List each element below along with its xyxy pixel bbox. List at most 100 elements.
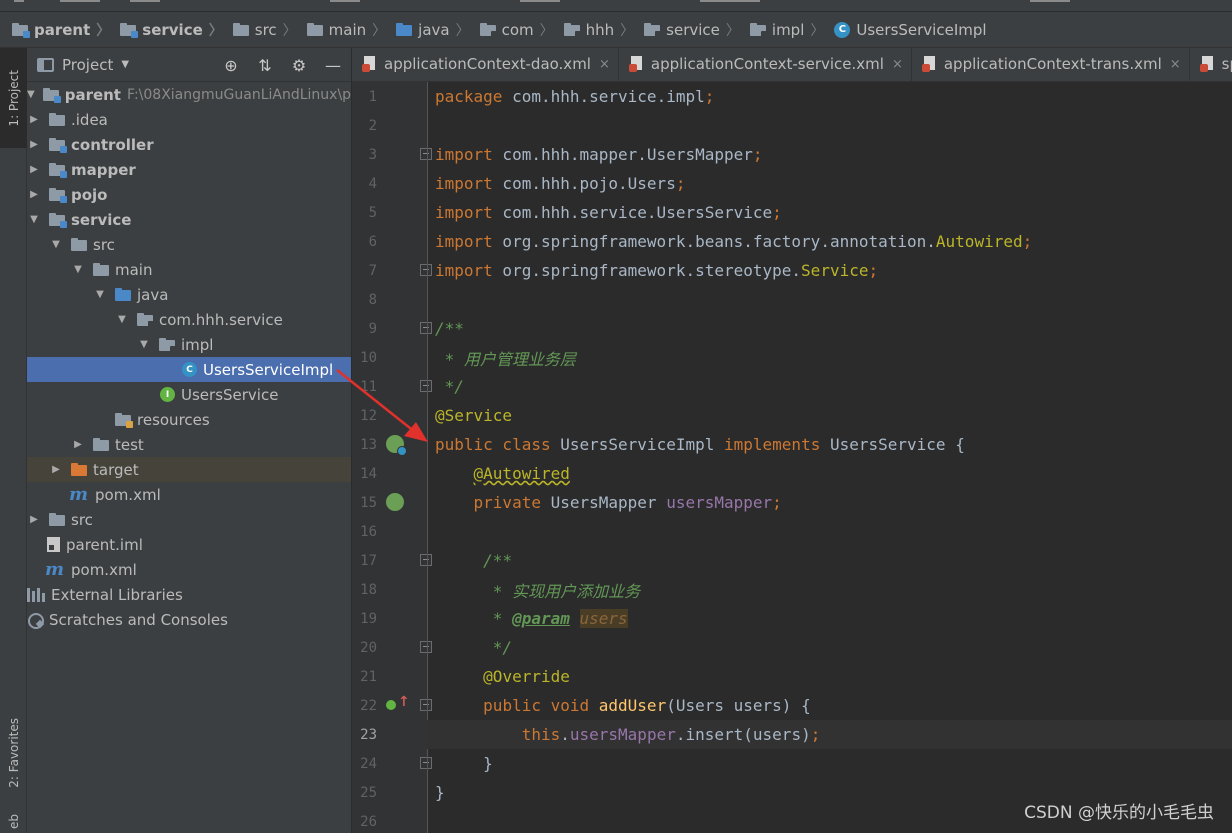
code-area[interactable]: package com.hhh.service.impl; import com.… <box>427 82 1232 833</box>
line-number: 10 <box>360 349 377 366</box>
up-arrow-icon[interactable]: ↑ <box>398 694 416 712</box>
breadcrumb-item-src[interactable]: src 〉 <box>232 20 303 40</box>
tree-item-root-src[interactable]: ▶ src <box>27 507 351 532</box>
tree-item-impl[interactable]: ▼ impl <box>27 332 351 357</box>
code-text: @Autowired <box>435 459 570 488</box>
tree-item-external-libraries[interactable]: External Libraries <box>27 582 351 607</box>
code-line[interactable]: this. usersMapper .insert(users); <box>427 720 1232 749</box>
tree-item-resources[interactable]: resources <box>27 407 351 432</box>
code-line[interactable]: @Override <box>427 662 1232 691</box>
gear-icon[interactable]: ⚙ <box>289 55 309 75</box>
project-view-selector[interactable]: Project <box>62 56 113 74</box>
expanded-arrow-icon[interactable]: ▼ <box>115 314 129 325</box>
breadcrumb-item-parent[interactable]: parent 〉 <box>12 20 116 40</box>
tab-applicationcontext-trans[interactable]: applicationContext-trans.xml × <box>912 48 1190 81</box>
collapse-all-icon[interactable]: ⇅ <box>255 55 275 75</box>
code-line[interactable]: public class UsersServiceImpl implements… <box>427 430 1232 459</box>
collapsed-arrow-icon[interactable]: ▶ <box>27 189 41 200</box>
breadcrumb-item-java[interactable]: java 〉 <box>396 20 475 40</box>
close-icon[interactable]: × <box>1170 57 1181 72</box>
tab-spring-truncated[interactable]: sprin <box>1190 48 1232 81</box>
breadcrumb-item-main[interactable]: main 〉 <box>306 20 392 40</box>
folder-icon <box>49 513 65 526</box>
expanded-arrow-icon[interactable]: ▼ <box>27 214 41 225</box>
editor-gutter[interactable]: 1 2 3 4 5 6 7 8 9 10 11 12 13 14 15 16 17 18 19 20 21 22 23 24 2… <box>352 82 432 833</box>
close-icon[interactable]: × <box>892 57 903 72</box>
minimize-icon[interactable]: — <box>323 55 343 75</box>
tree-item-root-pom[interactable]: m pom.xml <box>27 557 351 582</box>
collapsed-arrow-icon[interactable]: ▶ <box>27 139 41 150</box>
breadcrumb-item-impl[interactable]: impl 〉 <box>749 20 830 40</box>
collapsed-arrow-icon[interactable]: ▶ <box>49 464 63 475</box>
favorites-tool-tab[interactable]: 2: Favorites <box>0 698 27 808</box>
tab-applicationcontext-service[interactable]: applicationContext-service.xml × <box>619 48 912 81</box>
tree-item-usersservice[interactable]: I UsersService <box>27 382 351 407</box>
collapsed-arrow-icon[interactable]: ▶ <box>27 514 41 525</box>
expanded-arrow-icon[interactable]: ▼ <box>137 339 151 350</box>
tree-item-test[interactable]: ▶ test <box>27 432 351 457</box>
code-line[interactable]: /** <box>427 314 1232 343</box>
code-line[interactable]: */ <box>427 633 1232 662</box>
code-line[interactable] <box>427 111 1232 140</box>
tree-item-main[interactable]: ▼ main <box>27 257 351 282</box>
expanded-arrow-icon[interactable]: ▼ <box>49 239 63 250</box>
code-token: ; <box>868 261 879 280</box>
code-token: com.hhh.mapper.UsersMapper <box>492 145 753 164</box>
line-number: 17 <box>360 552 377 569</box>
close-icon[interactable]: × <box>599 57 610 72</box>
code-line[interactable]: @Service <box>427 401 1232 430</box>
tree-item-controller[interactable]: ▶ controller <box>27 132 351 157</box>
expanded-arrow-icon[interactable]: ▼ <box>27 89 35 100</box>
tree-item-pojo[interactable]: ▶ pojo <box>27 182 351 207</box>
code-line[interactable]: import com.hhh.pojo.Users; <box>427 169 1232 198</box>
code-line[interactable]: /** <box>427 546 1232 575</box>
tree-item-service-pom[interactable]: m pom.xml <box>27 482 351 507</box>
breadcrumb-item-service[interactable]: service 〉 <box>120 20 228 40</box>
autowired-bean-icon[interactable] <box>386 493 404 511</box>
code-line[interactable]: * 实现用户添加业务 <box>427 575 1232 604</box>
expanded-arrow-icon[interactable]: ▼ <box>93 289 107 300</box>
code-line[interactable]: @Autowired <box>427 459 1232 488</box>
package-icon <box>644 23 663 38</box>
tree-item-parent[interactable]: ▼ parent F:\08XiangmuGuanLiAndLinux\par <box>27 82 351 107</box>
expanded-arrow-icon[interactable]: ▼ <box>71 264 85 275</box>
tree-item-service[interactable]: ▼ service <box>27 207 351 232</box>
tree-item-mapper[interactable]: ▶ mapper <box>27 157 351 182</box>
tab-applicationcontext-dao[interactable]: applicationContext-dao.xml × <box>352 48 619 81</box>
tree-item-package-com-hhh-service[interactable]: ▼ com.hhh.service <box>27 307 351 332</box>
code-line[interactable] <box>427 285 1232 314</box>
code-line[interactable]: public void addUser (Users users) { <box>427 691 1232 720</box>
tree-item-usersserviceimpl[interactable]: C UsersServiceImpl <box>27 357 351 382</box>
code-line[interactable]: private UsersMapper usersMapper; <box>427 488 1232 517</box>
code-line[interactable]: */ <box>427 372 1232 401</box>
tree-item-src[interactable]: ▼ src <box>27 232 351 257</box>
tree-item-java[interactable]: ▼ java <box>27 282 351 307</box>
project-tool-tab[interactable]: 1: Project <box>0 48 27 148</box>
code-line[interactable]: import com.hhh.mapper.UsersMapper; <box>427 140 1232 169</box>
spring-bean-icon[interactable] <box>386 435 407 456</box>
locate-target-icon[interactable]: ⊕ <box>221 55 241 75</box>
web-tool-tab[interactable]: eb <box>0 810 27 833</box>
code-token: ; <box>675 174 686 193</box>
tree-item-scratches[interactable]: Scratches and Consoles <box>27 607 351 632</box>
code-line[interactable]: import com.hhh.service.UsersService; <box>427 198 1232 227</box>
code-line[interactable]: * 用户管理业务层 <box>427 343 1232 372</box>
code-line[interactable]: package com.hhh.service.impl; <box>427 82 1232 111</box>
breadcrumb-item-service-package[interactable]: service 〉 <box>644 20 746 40</box>
tree-item-target[interactable]: ▶ target <box>27 457 351 482</box>
breadcrumb-item-com[interactable]: com 〉 <box>479 20 560 40</box>
breadcrumb-item-usersserviceimpl[interactable]: C UsersServiceImpl <box>834 21 987 39</box>
collapsed-arrow-icon[interactable]: ▶ <box>27 164 41 175</box>
code-line[interactable]: * @param users <box>427 604 1232 633</box>
breadcrumb-item-hhh[interactable]: hhh 〉 <box>563 20 641 40</box>
implements-method-icon[interactable] <box>386 700 396 710</box>
collapsed-arrow-icon[interactable]: ▶ <box>71 439 85 450</box>
code-line[interactable]: import org.springframework.stereotype. Se… <box>427 256 1232 285</box>
code-line[interactable]: } <box>427 749 1232 778</box>
code-line[interactable] <box>427 517 1232 546</box>
collapsed-arrow-icon[interactable]: ▶ <box>27 114 41 125</box>
tree-item-idea[interactable]: ▶ .idea <box>27 107 351 132</box>
code-line[interactable]: import org.springframework.beans.factory… <box>427 227 1232 256</box>
tree-item-parent-iml[interactable]: parent.iml <box>27 532 351 557</box>
dropdown-caret-icon[interactable]: ▼ <box>121 59 129 70</box>
